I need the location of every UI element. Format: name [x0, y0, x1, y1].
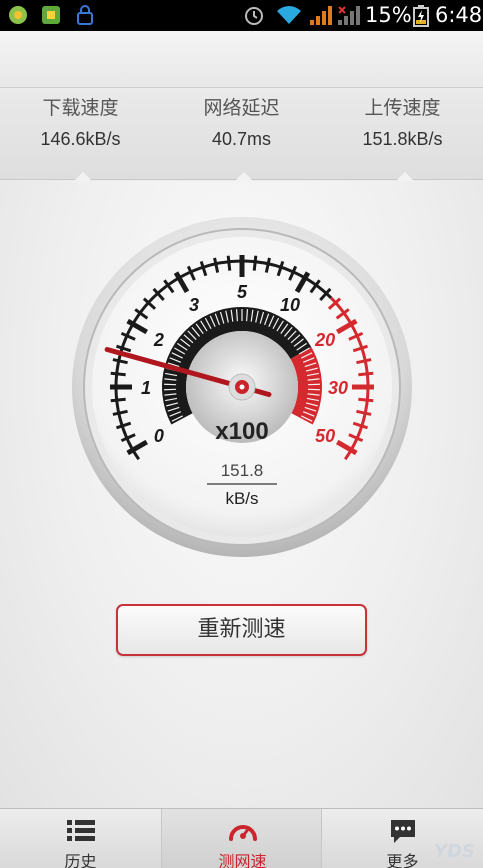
latency-value: 40.7ms [211, 129, 272, 149]
latency-stat: 网络延迟 40.7ms [161, 88, 322, 181]
nav-speedtest-label: 测网速 [218, 852, 267, 868]
scale-label: 50 [315, 426, 335, 446]
scale-label: 0 [154, 426, 164, 446]
download-speed-value: 146.6kB/s [40, 129, 121, 149]
scale-label: 20 [314, 330, 335, 350]
speed-stats-panel: 下载速度 146.6kB/s 网络延迟 40.7ms 上传速度 151.8kB/… [0, 88, 483, 181]
inner-tick [235, 309, 238, 322]
app-header [0, 31, 483, 88]
status-bar: 15% 6:48 [0, 0, 483, 31]
gauge-speed-value: 151.8 [221, 461, 264, 480]
battery-percent: 15% [365, 3, 412, 27]
pointer-notch [235, 172, 253, 181]
scale-label: 30 [328, 378, 348, 398]
battery-charging-icon [413, 5, 429, 27]
gauge-multiplier: x100 [215, 418, 268, 445]
speedometer-gauge: 0 1 2 3 5 10 20 30 50 x100 151.8 kB/s [72, 217, 412, 557]
pointer-notch [396, 172, 414, 181]
chat-dots-icon [391, 820, 415, 843]
download-speed-stat: 下载速度 146.6kB/s [0, 88, 161, 181]
latency-label: 网络延迟 [203, 97, 280, 119]
list-icon [67, 820, 95, 841]
lock-bag-icon [77, 5, 93, 25]
alarm-icon [245, 7, 263, 25]
minor-tick [110, 397, 126, 403]
app-notification-icon [9, 6, 27, 24]
download-speed-label: 下载速度 [42, 97, 119, 119]
scale-label: 2 [153, 330, 164, 350]
nav-speedtest[interactable]: 测网速 [161, 809, 322, 868]
upload-speed-value: 151.8kB/s [362, 129, 443, 149]
minor-tick [252, 255, 258, 271]
minor-tick [358, 371, 374, 377]
scale-label: 10 [280, 295, 300, 315]
gauge-speed-unit: kB/s [225, 489, 258, 508]
nav-history[interactable]: 历史 [0, 809, 161, 868]
inner-tick [246, 309, 249, 322]
needle-cap-dot [239, 384, 245, 390]
signal-no-data-icon [338, 6, 360, 25]
nav-history-label: 历史 [64, 852, 97, 868]
minor-tick [110, 371, 126, 377]
watermark-logo: YDS [434, 841, 475, 862]
app-notification-icon [42, 6, 60, 24]
minor-tick [358, 397, 374, 403]
scale-label: 1 [141, 378, 151, 398]
speedometer-icon [229, 825, 257, 841]
signal-icon [310, 6, 332, 25]
bottom-navigation: 历史 测网速 更多 YDS [0, 808, 483, 868]
wifi-icon [277, 6, 301, 24]
upload-speed-stat: 上传速度 151.8kB/s [322, 88, 483, 181]
pointer-notch [74, 172, 92, 181]
minor-tick [226, 255, 232, 271]
main-area: 0 1 2 3 5 10 20 30 50 x100 151.8 kB/s 重新测速 [0, 181, 483, 808]
scale-label: 5 [237, 282, 248, 302]
clock-time: 6:48 [435, 3, 483, 27]
scale-label: 3 [189, 295, 199, 315]
retest-button[interactable]: 重新测速 [116, 604, 367, 656]
upload-speed-label: 上传速度 [364, 97, 441, 119]
